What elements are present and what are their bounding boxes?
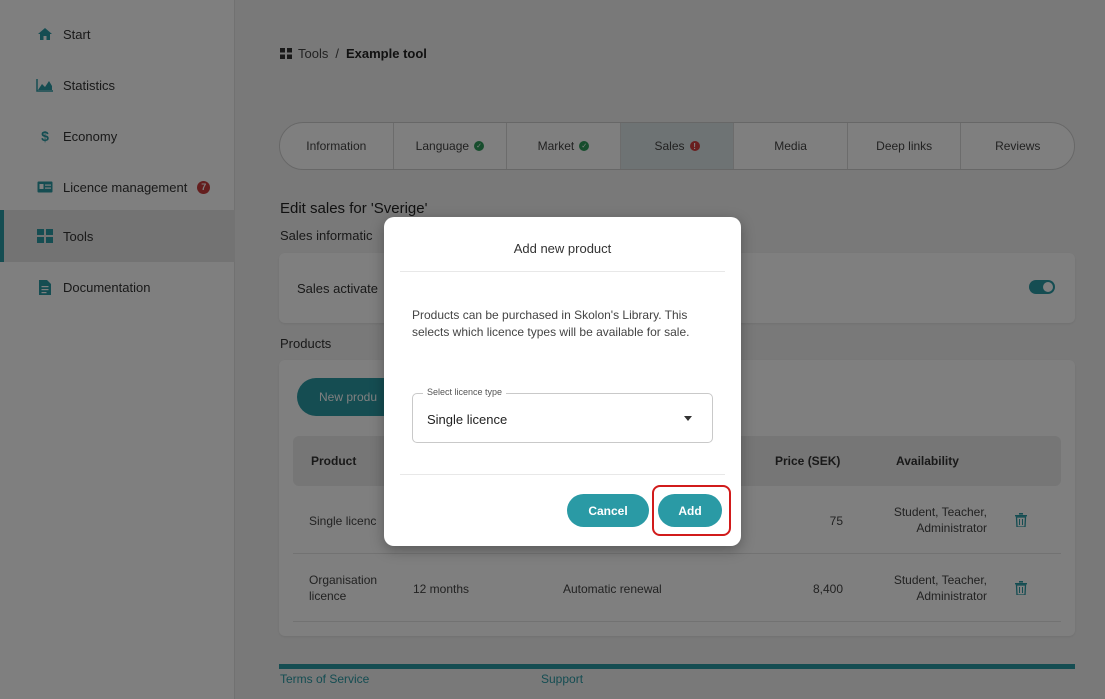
dialog-description: Products can be purchased in Skolon's Li…: [412, 308, 690, 339]
licence-type-select[interactable]: Select licence type Single licence: [412, 387, 713, 443]
highlight-box: [652, 485, 731, 536]
select-label: Select licence type: [423, 387, 507, 397]
dialog-title: Add new product: [513, 241, 612, 256]
caret-down-icon: [684, 416, 692, 421]
divider: [400, 271, 725, 272]
divider: [400, 474, 725, 475]
cancel-button[interactable]: Cancel: [567, 494, 649, 527]
select-value: Single licence: [427, 412, 508, 427]
